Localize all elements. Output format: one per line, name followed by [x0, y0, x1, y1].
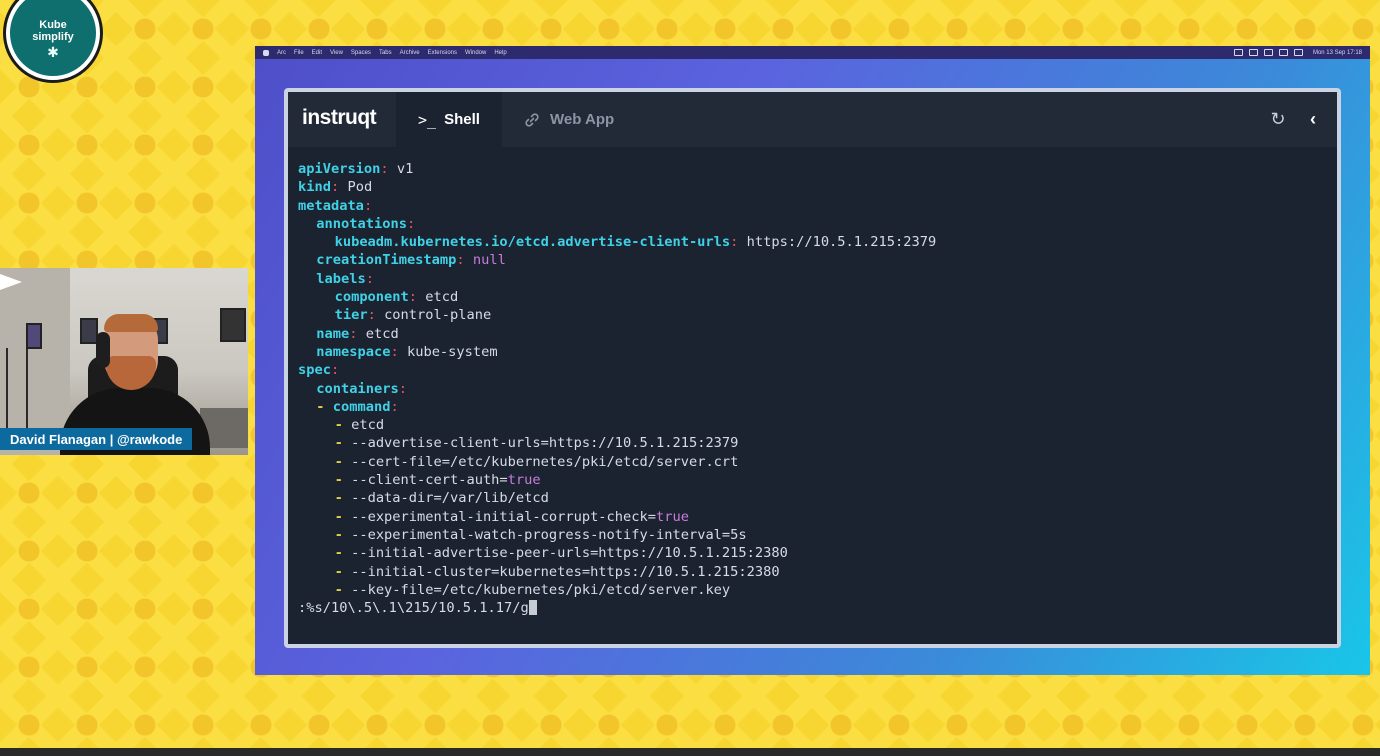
menu-item[interactable]: View	[330, 50, 343, 56]
yaml-line: tier: control-plane	[334, 307, 492, 324]
menu-item[interactable]: Arc	[277, 50, 286, 56]
chevron-left-icon[interactable]: ‹	[1305, 110, 1321, 128]
logo-text-line1: Kube	[39, 18, 67, 31]
tab-label: Web App	[550, 111, 615, 128]
yaml-line: - etcd	[334, 417, 385, 434]
yaml-line: - --data-dir=/var/lib/etcd	[334, 490, 549, 507]
menu-item[interactable]: Extensions	[428, 50, 457, 56]
yaml-line: component: etcd	[334, 289, 459, 306]
yaml-line: apiVersion: v1	[298, 161, 414, 177]
terminal-prompt-icon: >_	[418, 110, 437, 129]
terminal-output[interactable]: apiVersion: v1 kind: Pod metadata: annot…	[298, 160, 1327, 634]
tab-shell[interactable]: >_ Shell	[396, 92, 502, 147]
menu-item[interactable]: Help	[494, 50, 506, 56]
yaml-line: kubeadm.kubernetes.io/etcd.advertise-cli…	[334, 234, 937, 251]
apple-icon[interactable]	[263, 49, 269, 56]
yaml-line: - --initial-cluster=kubernetes=https://1…	[334, 563, 780, 580]
tab-label: Shell	[444, 111, 480, 128]
yaml-line: - --experimental-watch-progress-notify-i…	[334, 526, 747, 543]
play-arrow-icon	[0, 274, 22, 290]
logo-text-line2: simplify	[32, 30, 74, 43]
yaml-line: - --cert-file=/etc/kubernetes/pki/etcd/s…	[334, 453, 739, 470]
menubar-clock[interactable]: Mon 13 Sep 17:18	[1313, 50, 1362, 56]
menu-item[interactable]: File	[294, 50, 304, 56]
yaml-line: - --initial-advertise-peer-urls=https://…	[334, 545, 788, 562]
instruqt-logo: instruqt	[302, 106, 377, 129]
status-icon[interactable]	[1263, 49, 1273, 56]
yaml-line: labels:	[316, 270, 374, 287]
yaml-line: - --advertise-client-urls=https://10.5.1…	[334, 435, 739, 452]
status-icon[interactable]	[1248, 49, 1258, 56]
yaml-line: name: etcd	[316, 325, 399, 342]
helm-wheel-icon: ✱	[47, 43, 59, 60]
menu-item[interactable]: Window	[465, 50, 486, 56]
yaml-line: creationTimestamp: null	[316, 252, 506, 269]
yaml-line: spec:	[298, 362, 340, 379]
yaml-line: containers:	[316, 380, 407, 397]
vim-command-line[interactable]: :%s/10\.5\.1\215/10.5.1.17/g	[298, 599, 1327, 617]
status-icon[interactable]	[1278, 49, 1288, 56]
screen-share: Arc File Edit View Spaces Tabs Archive E…	[255, 46, 1370, 675]
instruqt-window: instruqt >_ Shell Web App ↻ ‹ apiVersion…	[284, 88, 1341, 648]
status-icon[interactable]	[1293, 49, 1303, 56]
yaml-line: metadata:	[298, 197, 373, 214]
yaml-line: namespace: kube-system	[316, 343, 498, 360]
kubesimplify-logo: Kube simplify ✱	[6, 0, 100, 80]
link-icon	[525, 112, 539, 127]
yaml-line: annotations:	[316, 215, 416, 232]
tab-web-app[interactable]: Web App	[524, 92, 644, 147]
refresh-icon[interactable]: ↻	[1269, 110, 1287, 128]
bottom-strip	[0, 748, 1380, 756]
text-cursor	[528, 600, 537, 616]
presenter-name-badge: David Flanagan | @rawkode	[0, 428, 193, 450]
yaml-line: - command:	[316, 398, 399, 415]
menu-item[interactable]: Spaces	[351, 50, 371, 56]
menu-item[interactable]: Tabs	[379, 50, 392, 56]
menu-item[interactable]: Edit	[312, 50, 322, 56]
yaml-line: - --key-file=/etc/kubernetes/pki/etcd/se…	[334, 581, 731, 598]
yaml-line: - --experimental-initial-corrupt-check=t…	[334, 508, 689, 525]
yaml-line: kind: Pod	[298, 179, 373, 196]
macos-menubar: Arc File Edit View Spaces Tabs Archive E…	[255, 46, 1370, 59]
status-icon[interactable]	[1233, 49, 1243, 56]
yaml-line: - --client-cert-auth=true	[334, 472, 541, 489]
instruqt-topbar: instruqt >_ Shell Web App ↻ ‹	[288, 92, 1337, 147]
menu-item[interactable]: Archive	[400, 50, 420, 56]
presenter-webcam	[0, 268, 248, 455]
